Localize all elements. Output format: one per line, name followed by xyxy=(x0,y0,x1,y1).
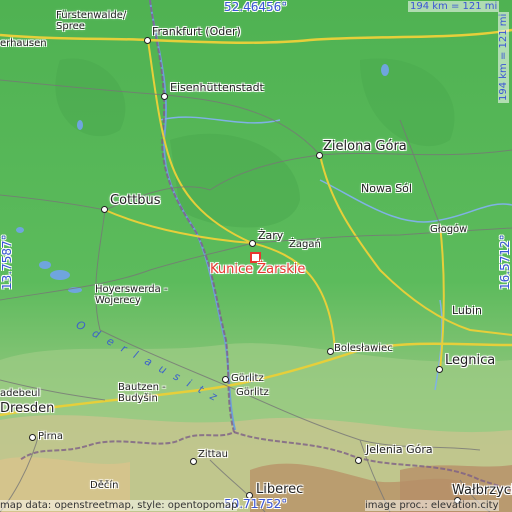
map-view[interactable]: O d e r l a u s i t z Frankfurt (Oder) F… xyxy=(0,0,512,512)
city-label-lubin[interactable]: Lubin xyxy=(452,305,482,317)
map-credit-left: map data: openstreetmap, style: opentopo… xyxy=(0,500,238,511)
city-marker xyxy=(355,457,362,464)
city-label-jelenia-gora[interactable]: Jelenia Góra xyxy=(366,444,433,456)
city-label-nowa-sol[interactable]: Nowa Sól xyxy=(361,183,412,195)
city-label-dresden[interactable]: Dresden xyxy=(0,402,54,416)
map-credit-right: image proc.: elevation.city xyxy=(365,500,499,511)
city-marker xyxy=(249,240,256,247)
city-label-zagan[interactable]: Żagań xyxy=(289,239,321,250)
scale-vertical: 194 km = 121 mi xyxy=(498,11,509,103)
city-label-liberec[interactable]: Liberec xyxy=(256,483,303,497)
city-label-erhausen[interactable]: erhausen xyxy=(0,38,47,49)
scale-horizontal: 194 km = 121 mi xyxy=(408,1,500,12)
city-label-gorlitz-de[interactable]: Görlitz xyxy=(231,373,264,384)
city-label-walbrzych[interactable]: Wałbrzych xyxy=(452,484,512,498)
longitude-right-label: 16.5712° xyxy=(498,234,512,290)
city-marker xyxy=(161,93,168,100)
city-label-boleslawiec[interactable]: Bolesławiec xyxy=(334,343,393,354)
city-marker xyxy=(222,376,229,383)
city-marker xyxy=(144,37,151,44)
city-marker xyxy=(327,348,334,355)
city-label-furstenwalde[interactable]: Fürstenwalde/ Spree xyxy=(56,10,126,32)
city-label-bautzen[interactable]: Bautzen - Budyšin xyxy=(118,382,166,404)
city-label-cottbus[interactable]: Cottbus xyxy=(110,194,161,208)
city-label-eisenhuttenstadt[interactable]: Eisenhüttenstadt xyxy=(170,82,264,94)
city-label-zary[interactable]: Żary xyxy=(258,230,283,242)
city-label-legnica[interactable]: Legnica xyxy=(445,354,495,368)
city-marker xyxy=(101,206,108,213)
city-label-hoyerswerda[interactable]: Hoyerswerda - Wojerecy xyxy=(95,284,168,306)
city-label-decin[interactable]: Děčín xyxy=(90,480,118,491)
city-label-glogow[interactable]: Głogów xyxy=(430,224,467,235)
focus-city-label[interactable]: Kunice Żarskie xyxy=(210,263,305,277)
longitude-left-label: 13.7587° xyxy=(0,234,14,290)
city-label-radebeul[interactable]: adebeul xyxy=(0,388,40,399)
city-marker xyxy=(316,152,323,159)
city-marker xyxy=(190,458,197,465)
city-label-pirna[interactable]: Pirna xyxy=(38,431,63,442)
latitude-top-label: 52.46456° xyxy=(224,0,288,14)
city-label-zittau[interactable]: Zittau xyxy=(198,449,228,460)
city-label-frankfurt[interactable]: Frankfurt (Oder) xyxy=(152,26,241,38)
city-label-zielona-gora[interactable]: Zielona Góra xyxy=(323,140,407,154)
city-marker xyxy=(29,434,36,441)
city-label-gorlitz-pl[interactable]: Görlitz xyxy=(236,387,269,398)
city-marker xyxy=(436,366,443,373)
